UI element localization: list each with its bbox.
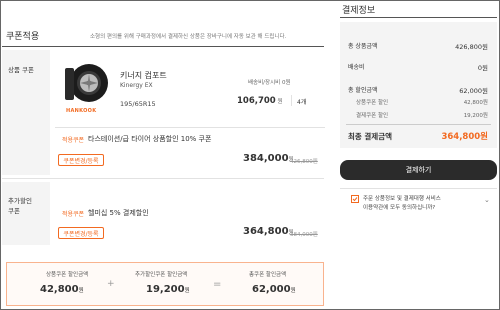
- payment-final-divider: [346, 124, 491, 125]
- product-price: 106,700 원: [237, 96, 283, 106]
- agree-checkbox[interactable]: [351, 195, 359, 203]
- notice-text: 소형의 편의를 위해 구매과정에서 결제하신 상품은 장바구니에 자동 보관 해…: [90, 34, 287, 40]
- summary-extra-discount-value: 19,200원: [146, 284, 190, 295]
- total-product-value: 426,800원: [455, 43, 488, 51]
- total-discount-label: 총 할인금액: [348, 87, 378, 94]
- final-amount-value: 364,800원: [441, 132, 488, 142]
- extra-coupon-desc: 헬미십 5% 결제할인: [88, 209, 149, 217]
- extra-coupon-original-price: 384,000원: [290, 232, 318, 238]
- payment-divider: [340, 17, 497, 18]
- coupon-change-button[interactable]: 쿠폰변경/등록: [58, 154, 104, 166]
- payment-coupon-discount-label: 결제쿠폰 할인: [356, 113, 389, 119]
- agree-text-line2: 이용약관에 모두 동의하십니까?: [363, 205, 436, 211]
- summary-product-discount-value: 42,800원: [40, 284, 84, 295]
- extra-coupon-label: 추가할인 쿠폰: [8, 197, 32, 215]
- applied-coupon-desc: 타스테이션/급 타이어 상품할인 10% 쿠폰: [88, 135, 212, 143]
- payment-title: 결제정보: [342, 6, 376, 16]
- applied-coupon-tag: 적용쿠폰: [62, 137, 85, 144]
- tire-image: [63, 60, 111, 108]
- summary-total-discount-value: 62,000원: [252, 284, 296, 295]
- product-coupon-discount-label: 상품쿠폰 할인: [356, 100, 389, 106]
- shipping-info: 배송비/장시비 0원: [248, 80, 291, 86]
- brand-logo: HANKOOK: [66, 108, 97, 114]
- product-coupon-label: 상품 쿠폰: [8, 66, 34, 74]
- extra-coupon-final-price: 364,800원: [243, 226, 294, 237]
- payment-coupon-discount-value: 19,200원: [463, 113, 488, 119]
- coupon-original-price: 426,800원: [290, 159, 318, 165]
- agree-text-line1: 주문 상품정보 및 결제대행 서비스: [363, 196, 441, 202]
- total-discount-value: 62,000원: [459, 87, 488, 95]
- section-divider: [2, 46, 324, 47]
- product-qty: 4개: [297, 99, 307, 106]
- price-qty-divider: [291, 95, 292, 106]
- total-product-label: 총 상품금액: [348, 43, 378, 50]
- shipping-value: 0원: [477, 64, 488, 72]
- summary-product-discount-label: 상품쿠폰 할인금액: [46, 272, 89, 278]
- plus-sign: +: [107, 279, 115, 289]
- product-size: 195/65R15: [120, 100, 156, 108]
- coupon-final-price: 384,000원: [243, 153, 294, 164]
- section-title: 쿠폰적용: [6, 32, 40, 42]
- extra-coupon-tag: 적용쿠폰: [62, 211, 85, 218]
- check-icon: [352, 197, 358, 202]
- summary-extra-discount-label: 추가할인쿠폰 할인금액: [135, 272, 188, 278]
- product-coupon-discount-value: 42,800원: [463, 100, 488, 106]
- extra-coupon-change-button[interactable]: 쿠폰변경/등록: [58, 227, 104, 239]
- chevron-down-icon[interactable]: ⌄: [484, 196, 490, 204]
- divider: [2, 178, 324, 179]
- divider: [55, 127, 325, 128]
- shipping-label: 배송비: [348, 64, 365, 71]
- divider: [340, 188, 497, 189]
- product-name: 키너지 컴포트: [120, 71, 167, 80]
- final-amount-label: 최종 결제금액: [348, 132, 393, 141]
- summary-total-discount-label: 총쿠폰 할인금액: [249, 272, 287, 278]
- product-name-en: Kinergy EX: [120, 82, 153, 89]
- equals-sign: =: [213, 279, 222, 290]
- pay-button[interactable]: 결제하기: [340, 160, 497, 180]
